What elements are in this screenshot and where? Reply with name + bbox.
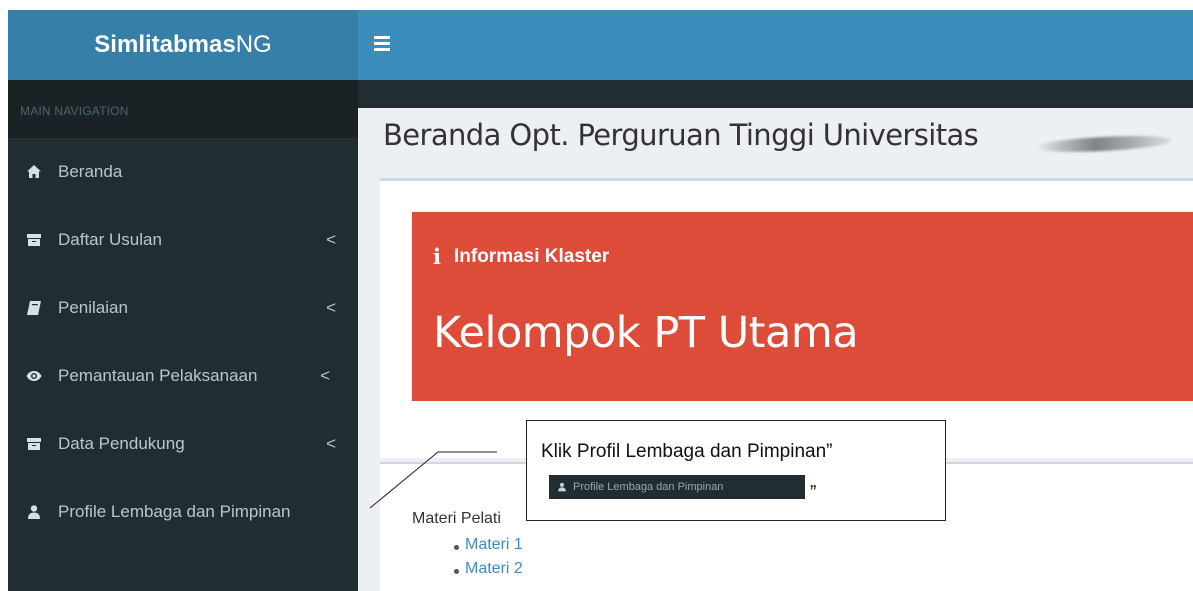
sidebar-item-label: Data Pendukung	[58, 434, 185, 453]
user-icon	[558, 482, 566, 492]
header-strip	[358, 80, 1193, 108]
user-icon	[24, 502, 44, 522]
info-icon: i	[433, 244, 441, 269]
callout-heading-text: Informasi Klaster	[453, 245, 610, 267]
sidebar-item-label: Profile Lembaga dan Pimpinan	[58, 502, 291, 521]
sidebar-item-label: Beranda	[58, 162, 123, 181]
chevron-left-icon: <	[326, 230, 336, 249]
home-icon	[24, 162, 44, 182]
sidebar-item-beranda[interactable]: Beranda	[8, 138, 358, 206]
chevron-left-icon: <	[320, 366, 330, 385]
materi-link[interactable]: Materi 1	[454, 536, 523, 560]
annotation-button-label: Profile Lembaga dan Pimpinan	[573, 481, 724, 493]
cluster-value: Kelompok PT Utama	[433, 308, 859, 358]
annotation-box: Klik Profil Lembaga dan Pimpinan” Profil…	[526, 420, 946, 521]
book-icon	[24, 298, 44, 318]
top-header	[358, 10, 1193, 80]
sidebar-item-pemantauan-pelaksanaan[interactable]: Pemantauan Pelaksanaan <	[8, 342, 358, 410]
materi-list: Materi 1 Materi 2	[454, 536, 523, 584]
hamburger-icon[interactable]	[374, 36, 390, 52]
sidebar-item-daftar-usulan[interactable]: Daftar Usulan <	[8, 206, 358, 274]
sidebar-item-profile-lembaga[interactable]: Profile Lembaga dan Pimpinan	[8, 478, 358, 546]
callout-heading: i Informasi Klaster	[433, 244, 609, 269]
sidebar: MAIN NAVIGATION Beranda Daftar Usulan < …	[8, 80, 358, 591]
annotation-button-image: Profile Lembaga dan Pimpinan	[549, 475, 805, 499]
brand-bold: Simlitabmas	[94, 31, 236, 58]
cluster-callout: i Informasi Klaster Kelompok PT Utama	[412, 212, 1193, 401]
materi-label: Materi Pelati	[412, 510, 501, 527]
brand-light: NG	[235, 31, 272, 58]
nav-header: MAIN NAVIGATION	[8, 80, 358, 138]
archive-icon	[24, 230, 44, 250]
page-title: Beranda Opt. Perguruan Tinggi Universita…	[383, 118, 979, 152]
materi-link[interactable]: Materi 2	[454, 560, 523, 584]
archive-icon	[24, 434, 44, 454]
sidebar-item-penilaian[interactable]: Penilaian <	[8, 274, 358, 342]
sidebar-item-label: Pemantauan Pelaksanaan	[58, 366, 258, 385]
annotation-text: Klik Profil Lembaga dan Pimpinan”	[541, 441, 833, 462]
chevron-left-icon: <	[326, 298, 336, 317]
sidebar-item-data-pendukung[interactable]: Data Pendukung <	[8, 410, 358, 478]
sidebar-item-label: Penilaian	[58, 298, 128, 317]
app-logo[interactable]: Simlitabmas NG	[8, 10, 358, 80]
sidebar-item-label: Daftar Usulan	[58, 230, 162, 249]
eye-icon	[24, 366, 44, 386]
chevron-left-icon: <	[326, 434, 336, 453]
annotation-closing-quote: „	[810, 471, 817, 492]
